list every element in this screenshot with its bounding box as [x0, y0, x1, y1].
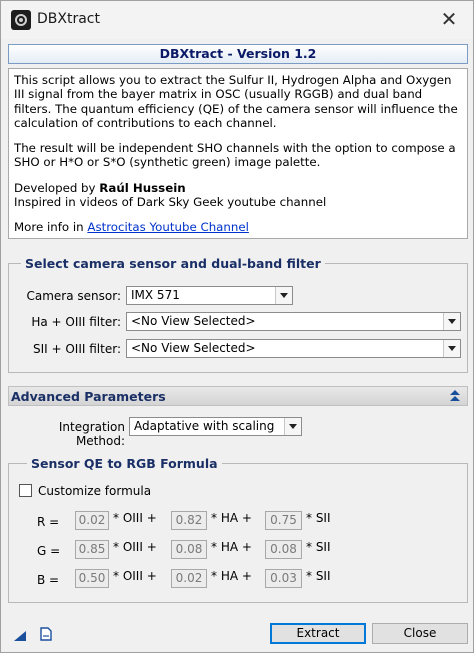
r-oiii-suffix: * OIII + [113, 511, 157, 525]
dbxtract-window: DBXtract ✕ DBXtract - Version 1.2 This s… [0, 0, 474, 653]
integration-method-value: Adaptative with scaling [134, 419, 275, 433]
b-ha-suffix: * HA + [211, 569, 252, 583]
integration-method-select[interactable]: Adaptative with scaling [129, 417, 302, 436]
developer-name: Raúl Hussein [99, 180, 186, 195]
b-sii-coefficient[interactable]: 0.03 [265, 569, 302, 588]
more-info-line: More info in Astrocitas Youtube Channel [14, 220, 462, 234]
description-paragraph-2: The result will be independent SHO chann… [14, 141, 456, 170]
sii-oiii-filter-select[interactable]: <No View Selected> [126, 339, 461, 358]
window-title: DBXtract [37, 11, 100, 27]
new-instance-icon[interactable] [13, 628, 27, 642]
g-oiii-suffix: * OIII + [113, 540, 157, 554]
sensor-qe-formula-legend: Sensor QE to RGB Formula [27, 456, 222, 471]
integration-method-label: Integration Method: [58, 420, 125, 448]
camera-sensor-select[interactable]: IMX 571 [126, 286, 293, 305]
ha-oiii-filter-label: Ha + OIII filter: [31, 315, 121, 329]
chevron-down-icon [443, 313, 460, 330]
chevron-down-icon [284, 418, 301, 435]
b-oiii-suffix: * OIII + [113, 569, 157, 583]
g-sii-coefficient[interactable]: 0.08 [265, 540, 302, 559]
customize-formula-checkbox[interactable] [19, 484, 32, 497]
astrocitas-youtube-link[interactable]: Astrocitas Youtube Channel [87, 220, 249, 234]
r-ha-coefficient[interactable]: 0.82 [171, 511, 207, 530]
close-window-icon[interactable]: ✕ [437, 7, 461, 31]
r-ha-suffix: * HA + [211, 511, 252, 525]
title-bar: DBXtract ✕ [1, 1, 473, 39]
b-sii-suffix: * SII [306, 569, 331, 583]
ha-oiii-filter-value: <No View Selected> [131, 314, 256, 328]
b-ha-coefficient[interactable]: 0.02 [171, 569, 207, 588]
ha-oiii-filter-select[interactable]: <No View Selected> [126, 312, 461, 331]
documentation-icon[interactable] [39, 627, 53, 641]
description-panel: This script allows you to extract the Su… [8, 68, 468, 239]
more-info-prefix: More info in [14, 220, 88, 235]
r-row-label: R = [37, 515, 60, 529]
dbxtract-app-icon [11, 10, 31, 30]
script-title-header: DBXtract - Version 1.2 [8, 44, 468, 64]
g-oiii-coefficient[interactable]: 0.85 [75, 540, 109, 559]
inspired-line: Inspired in videos of Dark Sky Geek yout… [14, 195, 327, 210]
customize-formula-label[interactable]: Customize formula [38, 484, 151, 498]
developed-by-line: Developed by Raúl Hussein [14, 181, 462, 195]
sii-oiii-filter-value: <No View Selected> [131, 341, 256, 355]
camera-sensor-label: Camera sensor: [26, 289, 121, 303]
description-paragraph-1: This script allows you to extract the Su… [14, 73, 458, 130]
advanced-parameters-bar[interactable]: Advanced Parameters [8, 386, 468, 406]
advanced-parameters-title: Advanced Parameters [11, 389, 166, 404]
g-row-label: G = [37, 544, 61, 558]
r-sii-coefficient[interactable]: 0.75 [265, 511, 302, 530]
b-oiii-coefficient[interactable]: 0.50 [75, 569, 109, 588]
g-sii-suffix: * SII [306, 540, 331, 554]
camera-sensor-value: IMX 571 [131, 288, 180, 302]
chevron-down-icon [275, 287, 292, 304]
chevron-down-icon [443, 340, 460, 357]
sii-oiii-filter-label: SII + OIII filter: [32, 342, 121, 356]
collapse-up-icon[interactable] [449, 390, 461, 402]
sensor-filter-legend: Select camera sensor and dual-band filte… [21, 256, 325, 271]
extract-button[interactable]: Extract [270, 623, 366, 644]
r-sii-suffix: * SII [306, 511, 331, 525]
g-ha-suffix: * HA + [211, 540, 252, 554]
developed-by-prefix: Developed by [14, 180, 100, 195]
g-ha-coefficient[interactable]: 0.08 [171, 540, 207, 559]
close-button[interactable]: Close [372, 623, 468, 644]
r-oiii-coefficient[interactable]: 0.02 [75, 511, 109, 530]
b-row-label: B = [37, 573, 60, 587]
